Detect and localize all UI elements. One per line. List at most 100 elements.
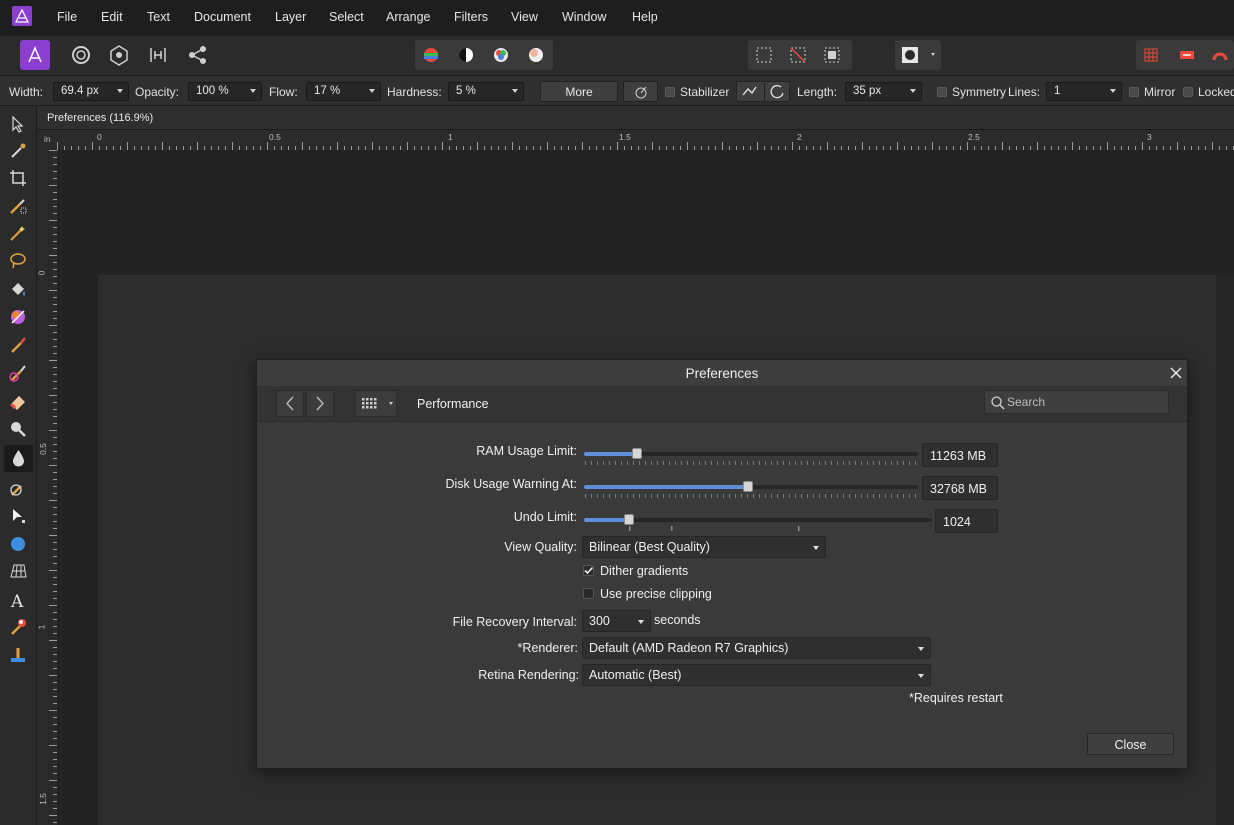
color-replacement-tool-icon[interactable]: [8, 363, 28, 383]
chevron-down-icon: [813, 546, 819, 550]
document-tab-title: Preferences (116.9%): [47, 112, 154, 124]
file-recovery-field[interactable]: 300: [582, 610, 651, 632]
move-tool-icon[interactable]: [8, 114, 28, 134]
color-picker-tool-icon[interactable]: [8, 141, 28, 161]
develop-persona-icon[interactable]: [104, 40, 134, 70]
flow-field[interactable]: 17 %: [306, 82, 381, 101]
menu-filters[interactable]: Filters: [454, 10, 488, 24]
menu-window[interactable]: Window: [562, 10, 606, 24]
healing-brush-tool-icon[interactable]: [8, 478, 28, 498]
menu-help[interactable]: Help: [632, 10, 658, 24]
text-tool-icon[interactable]: A: [8, 590, 28, 610]
search-box[interactable]: [984, 390, 1169, 414]
flood-select-tool-icon[interactable]: [8, 223, 28, 243]
close-button[interactable]: Close: [1087, 733, 1174, 755]
opacity-field[interactable]: 100 %: [188, 82, 262, 101]
menu-edit[interactable]: Edit: [101, 10, 123, 24]
hruler-label: 0.5: [269, 132, 281, 142]
symmetry-checkbox[interactable]: [937, 87, 947, 97]
affinity-photo-logo-icon[interactable]: [12, 6, 32, 26]
chevron-down-icon: [250, 89, 256, 93]
forward-button[interactable]: [306, 390, 334, 417]
selection-brush-tool-icon[interactable]: [8, 196, 28, 216]
export-persona-icon[interactable]: [183, 40, 213, 70]
disk-usage-value-field[interactable]: 32768 MB: [922, 476, 998, 500]
precise-clipping-checkbox[interactable]: [583, 588, 594, 599]
document-tab[interactable]: Preferences (116.9%): [37, 106, 1234, 130]
disk-slider-ticks: [585, 494, 916, 498]
ram-slider-ticks: [585, 461, 916, 465]
menu-file[interactable]: File: [57, 10, 77, 24]
retina-rendering-label: Retina Rendering:: [478, 668, 579, 682]
brush-settings-icon: [635, 86, 646, 99]
symmetry-label: Symmetry: [952, 85, 1006, 99]
stabilizer-checkbox[interactable]: [665, 87, 675, 97]
disk-usage-slider[interactable]: [584, 481, 918, 492]
clone-brush-tool-icon[interactable]: [8, 617, 28, 637]
undo-limit-slider[interactable]: [584, 514, 932, 525]
close-icon[interactable]: [1167, 364, 1185, 382]
liquify-persona-icon[interactable]: [66, 40, 96, 70]
gradient-tool-icon[interactable]: [8, 307, 28, 327]
section-grid-button[interactable]: [355, 390, 397, 417]
vertical-ruler[interactable]: 0 0.5 1 1.5: [36, 150, 57, 825]
horizontal-ruler[interactable]: in 0 0.5 1 1.5 2 2.5 3: [37, 130, 1234, 150]
stabilizer-mode-buttons[interactable]: [736, 81, 790, 102]
erase-brush-tool-icon[interactable]: [8, 391, 28, 411]
view-quality-dropdown[interactable]: Bilinear (Best Quality): [582, 536, 826, 558]
pen-tool-icon[interactable]: [8, 506, 28, 526]
more-button[interactable]: More: [540, 81, 618, 102]
menu-text[interactable]: Text: [147, 10, 170, 24]
ram-usage-slider-thumb[interactable]: [632, 448, 642, 459]
menu-document[interactable]: Document: [194, 10, 251, 24]
file-recovery-value: 300: [589, 614, 610, 628]
dialog-titlebar[interactable]: Preferences: [257, 360, 1187, 386]
brush-options-button[interactable]: [623, 81, 658, 102]
undo-limit-value-field[interactable]: 1024: [935, 509, 998, 533]
ram-usage-label: RAM Usage Limit:: [476, 444, 577, 458]
menu-select[interactable]: Select: [329, 10, 364, 24]
width-field[interactable]: 69.4 px: [53, 82, 129, 101]
vruler-label: 0: [36, 270, 47, 276]
chevron-down-icon: [1110, 89, 1116, 93]
renderer-dropdown[interactable]: Default (AMD Radeon R7 Graphics): [582, 637, 931, 659]
width-label: Width:: [9, 85, 44, 99]
menu-layer[interactable]: Layer: [275, 10, 306, 24]
chevron-down-icon: [638, 620, 644, 624]
flood-fill-tool-icon[interactable]: [8, 280, 28, 300]
opacity-label: Opacity:: [135, 85, 180, 99]
retina-rendering-dropdown[interactable]: Automatic (Best): [582, 664, 931, 686]
hruler-label: 2.5: [968, 132, 980, 142]
vruler-label: 1.5: [37, 793, 48, 805]
menu-arrange[interactable]: Arrange: [386, 10, 430, 24]
hardness-field[interactable]: 5 %: [448, 82, 524, 101]
length-field[interactable]: 35 px: [845, 82, 922, 101]
file-recovery-unit: seconds: [654, 613, 701, 627]
tone-mapping-persona-icon[interactable]: [143, 40, 173, 70]
paint-brush-tool-icon[interactable]: [8, 335, 28, 355]
red-eye-tool-icon[interactable]: [8, 645, 28, 665]
dodge-brush-tool-icon[interactable]: [8, 419, 28, 439]
freehand-selection-tool-icon[interactable]: [8, 251, 28, 271]
locked-checkbox[interactable]: [1183, 87, 1193, 97]
search-input[interactable]: [1007, 395, 1162, 409]
mirror-checkbox[interactable]: [1129, 87, 1139, 97]
hruler-label: 1: [448, 132, 453, 142]
lines-field[interactable]: 1: [1046, 82, 1122, 101]
crop-tool-icon[interactable]: [8, 168, 28, 188]
section-title: Performance: [417, 397, 489, 411]
dither-gradients-checkbox[interactable]: [583, 565, 594, 576]
quick-mask-button[interactable]: [895, 40, 941, 70]
menu-view[interactable]: View: [511, 10, 538, 24]
chevron-right-icon: [316, 396, 324, 411]
ram-usage-slider[interactable]: [584, 448, 918, 459]
disk-usage-slider-thumb[interactable]: [743, 481, 753, 492]
back-button[interactable]: [276, 390, 304, 417]
selection-buttons-group: [748, 40, 852, 70]
ram-usage-value-field[interactable]: 11263 MB: [922, 443, 998, 467]
mesh-warp-tool-icon[interactable]: [8, 561, 28, 581]
photo-persona-icon[interactable]: [20, 40, 50, 70]
shape-tool-icon[interactable]: [8, 534, 28, 554]
blur-brush-tool-selected[interactable]: [4, 445, 33, 472]
undo-limit-slider-thumb[interactable]: [624, 514, 634, 525]
